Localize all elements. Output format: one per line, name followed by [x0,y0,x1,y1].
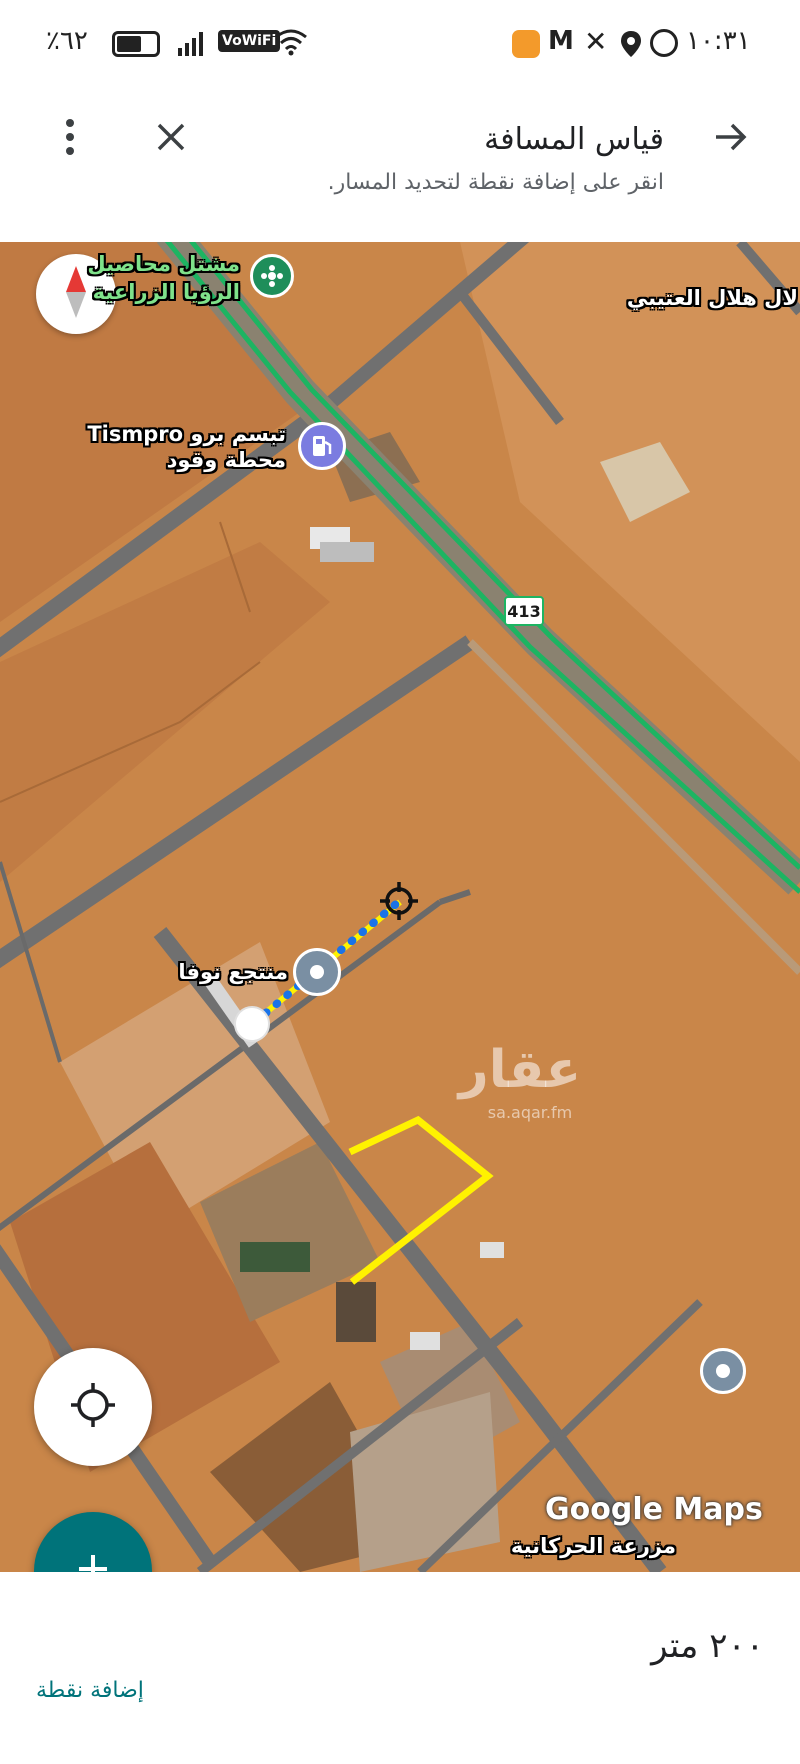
measure-bottom-panel: ٢٠٠ متر إضافة نقطة [0,1572,800,1764]
resort-label[interactable]: منتجع نوفا [178,960,288,984]
compass-icon [63,266,89,322]
plus-icon [75,1551,111,1572]
vowifi-badge: VoWiFi [218,30,281,52]
nursery-label-line2[interactable]: الرؤيا الزراعية [93,280,240,304]
nursery-poi-icon[interactable] [250,254,294,298]
arrow-right-icon [714,122,748,156]
location-icon [620,30,642,62]
satellite-map[interactable]: عقار sa.aqar.fm مشتل محاصيل الرؤيا الزرا… [0,242,800,1572]
signal-icon [178,30,208,56]
measure-toolbar: قياس المسافة انقر على إضافة نقطة لتحديد … [0,90,800,242]
fuel-station-type[interactable]: محطة وقود [167,448,286,472]
fuel-station-name[interactable]: تبسم برو Tismpro [87,422,286,446]
resort-poi-icon[interactable] [293,948,341,996]
status-bar: ٪٦٢ VoWiFi M ✕ ١٠:٣١ [0,0,800,90]
more-menu-button[interactable] [48,114,92,164]
mail-icon: M [548,26,574,56]
crosshair-icon [380,882,418,920]
alarm-icon [650,29,678,57]
add-point-button[interactable]: إضافة نقطة [36,1678,144,1703]
more-vert-icon [65,118,75,160]
page-subtitle: انقر على إضافة نقطة لتحديد المسار. [327,170,664,195]
my-location-icon [68,1380,118,1434]
google-maps-logo: Google Maps [545,1492,763,1527]
page-title: قياس المسافة [484,122,664,157]
hilal-label[interactable]: لال هلال العتيبي [627,286,798,310]
battery-icon [112,31,160,57]
x-app-icon: ✕ [584,25,608,58]
farm-label[interactable]: مزرعة الحركانية [511,1534,676,1558]
aqar-watermark-url: sa.aqar.fm [488,1103,572,1122]
wifi-icon [274,28,308,60]
battery-percent: ٪٦٢ [46,26,88,56]
measure-start-point [234,1006,270,1042]
my-location-button[interactable] [34,1348,152,1466]
farm-poi-icon[interactable] [700,1348,746,1394]
aqar-watermark: عقار [456,1040,581,1100]
nursery-label[interactable]: مشتل محاصيل [87,252,240,276]
fuel-station-icon[interactable] [298,422,346,470]
close-button[interactable] [146,114,196,164]
back-button[interactable] [706,114,756,164]
route-shield: 413 [504,596,544,626]
measured-distance: ٢٠٠ متر [651,1626,764,1666]
clock: ١٠:٣١ [686,26,751,56]
close-icon [156,122,186,156]
app-notification-icon [512,30,540,58]
